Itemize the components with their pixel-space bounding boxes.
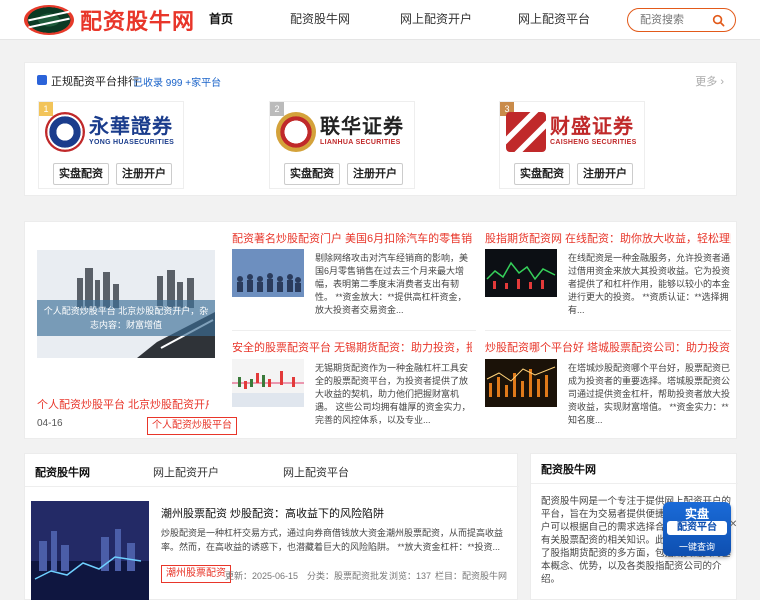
people-network-icon [232,249,304,297]
search-box [627,8,736,32]
platform-name-en: YONG HUASECURITIES [89,139,175,146]
ranking-more-link[interactable]: 更多 › [695,73,724,89]
article-title-1[interactable]: 配资著名炒股配资门户 美国6月扣除汽车的零售销售... [232,230,472,246]
article-summary-4: 在塔城炒股配资哪个平台好，股票配资已成为投资者的重要选择。塔城股票配资公司通过提… [568,363,730,425]
tabbed-article-panel: 配资股牛网 网上配资开户 网上配资平台 潮州股票配资 炒股配资：高收益下的风险陷… [24,453,519,600]
article-thumb-1[interactable] [232,249,304,297]
stock-chart-icon [485,249,557,297]
platform-card-3[interactable]: 3 财盛证券 CAISHENG SECURITIES 实盘配资 注册开户 [499,101,645,189]
hero-tag-button[interactable]: 个人配资炒股平台 [147,417,237,435]
search-input[interactable] [640,12,710,28]
platform-logo: 财盛证券 CAISHENG SECURITIES [506,108,640,156]
platform-card-2[interactable]: 2 联华证券 LIANHUA SECURITIES 实盘配资 注册开户 [269,101,415,189]
register-button[interactable]: 注册开户 [347,163,403,185]
site-header: 配资股牛网 首页 配资股牛网 网上配资开户 网上配资平台 [0,0,760,40]
platform-name-en: CAISHENG SECURITIES [550,139,637,146]
platform-logo: 联华证券 LIANHUA SECURITIES [276,108,410,156]
real-trading-button[interactable]: 实盘配资 [514,163,570,185]
article-thumb-4[interactable] [485,359,557,407]
article-title-2[interactable]: 股指期货配资网 在线配资：助你放大收益，轻松理财 [485,230,731,246]
ranking-subtitle: 已收录 999 +家平台 [133,78,222,89]
platform-logo: 永華證券 YONG HUASECURITIES [45,108,179,156]
tab-divider [25,486,519,487]
article-thumb-3[interactable] [232,359,304,407]
article-thumb-2[interactable] [485,249,557,297]
nav-online-platform[interactable]: 网上配资平台 [518,0,590,40]
platform-ranking-panel: 正规配资平台排行 已收录 999 +家平台 更多 › 1 永華證券 YONG H… [24,62,737,196]
candlestick-chart-icon [232,359,304,407]
floating-query-widget[interactable]: 实盘 配资平台 一键查询 [663,502,731,556]
platform-name-cn: 财盛证券 [550,116,634,138]
widget-line-1: 实盘 [684,507,709,521]
nav-online-account[interactable]: 网上配资开户 [400,0,472,40]
article-summary-3: 无锡期货配资作为一种金融杠杆工具安全的股票配资平台，为投资者提供了放大收益的契机… [315,363,471,425]
caisheng-emblem-icon [506,112,546,152]
article-title[interactable]: 潮州股票配资 炒股配资：高收益下的风险陷阱 [161,505,384,521]
ranking-icon [37,75,47,85]
chevron-right-icon: › [720,76,724,88]
register-button[interactable]: 注册开户 [116,163,172,185]
article-summary-1: 剔除网络攻击对汽车经销商的影响，美国6月零售销售在过去三个月来最大增幅，表明第二… [315,253,469,315]
article-updated: 更新：2025-06-15 [225,571,299,581]
ranking-title: 正规配资平台排行 [51,76,139,88]
trading-screens-icon [485,359,557,407]
platform-name-cn: 永華證券 [89,116,173,138]
widget-line-2: 配资平台 [667,521,727,535]
platform-name-cn: 联华证券 [320,116,404,138]
article-title-4[interactable]: 炒股配资哪个平台好 塔城股票配资公司：助力投资，... [485,339,731,355]
logo-emblem-icon [24,5,74,35]
platform-name-en: LIANHUA SECURITIES [320,139,401,146]
platform-card-1[interactable]: 1 永華證券 YONG HUASECURITIES 实盘配资 注册开户 [38,101,184,189]
about-title: 配资股牛网 [541,464,596,476]
lianhua-emblem-icon [276,112,316,152]
article-title-3[interactable]: 安全的股票配资平台 无锡期货配资：助力投资，把握... [232,339,472,355]
article-category: 分类：股票配资批发 [307,571,389,581]
article-views: 浏览：137 [389,571,432,581]
article-summary-2: 在线配资是一种金融服务，允许投资者通过借用资金来放大其投资收益。它为投资者提供了… [568,253,730,315]
nav-home[interactable]: 首页 [209,0,233,40]
tab-online-account[interactable]: 网上配资开户 [153,464,219,480]
divider [232,330,476,331]
tab-online-platform[interactable]: 网上配资平台 [283,464,349,480]
hero-image[interactable]: 个人配资炒股平台 北京炒股配资开户，杂志内容：财富增值 [37,250,215,358]
article-summary: 炒股配资是一种杠杆交易方式，通过向券商借钱放大资金潮州股票配资，从而提高收益率。… [161,528,504,552]
hero-caption: 个人配资炒股平台 北京炒股配资开户，杂志内容：财富增值 [37,300,215,336]
yonghua-emblem-icon [45,112,85,152]
search-icon[interactable] [712,14,725,27]
news-panel: 个人配资炒股平台 北京炒股配资开户，杂志内容：财富增值 个人配资炒股平台 北京炒… [24,221,737,439]
register-button[interactable]: 注册开户 [577,163,633,185]
article-tag-button[interactable]: 潮州股票配资 [161,565,231,583]
tab-peizi-guniu[interactable]: 配资股牛网 [35,464,90,480]
real-trading-button[interactable]: 实盘配资 [53,163,109,185]
divider [485,330,731,331]
real-trading-button[interactable]: 实盘配资 [284,163,340,185]
site-logo[interactable]: 配资股牛网 [24,4,195,36]
close-icon[interactable]: ✕ [729,520,739,530]
article-column: 栏目：配资股牛网 [435,571,508,581]
widget-query-button[interactable]: 一键查询 [663,540,731,553]
nav-peizi-guniu[interactable]: 配资股牛网 [290,0,350,40]
hero-article-link[interactable]: 个人配资炒股平台 北京炒股配资开户... [37,396,209,412]
night-city-icon [31,501,149,600]
logo-text: 配资股牛网 [80,9,196,34]
article-thumb[interactable] [31,501,149,600]
hero-date: 04-16 [37,418,63,429]
about-divider [531,483,738,484]
